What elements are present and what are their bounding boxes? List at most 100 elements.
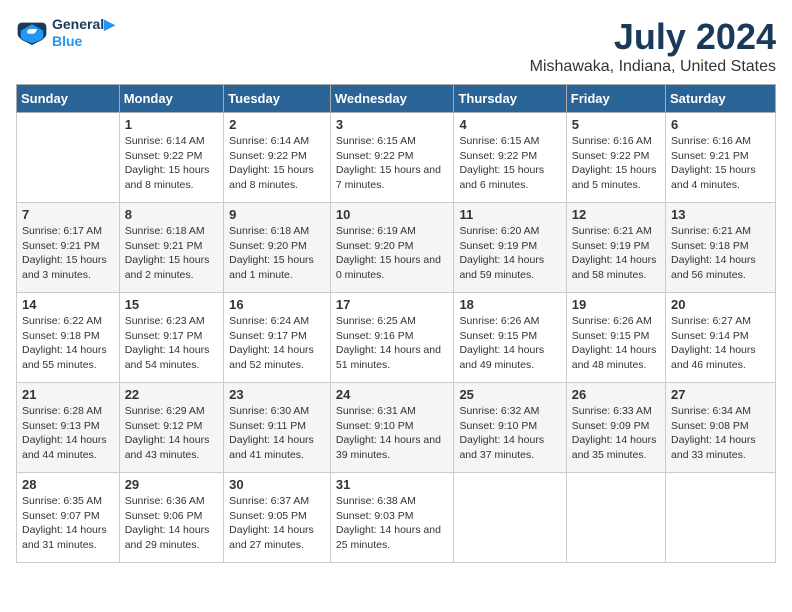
cell-info: Sunrise: 6:25 AM Sunset: 9:16 PM Dayligh… (336, 314, 449, 373)
day-number: 7 (22, 207, 114, 222)
day-number: 31 (336, 477, 449, 492)
calendar-cell: 23 Sunrise: 6:30 AM Sunset: 9:11 PM Dayli… (224, 383, 331, 473)
cell-info: Sunrise: 6:36 AM Sunset: 9:06 PM Dayligh… (125, 494, 218, 553)
subtitle: Mishawaka, Indiana, United States (530, 58, 776, 76)
header-friday: Friday (566, 85, 665, 113)
calendar-cell: 21 Sunrise: 6:28 AM Sunset: 9:13 PM Dayli… (17, 383, 120, 473)
cell-info: Sunrise: 6:27 AM Sunset: 9:14 PM Dayligh… (671, 314, 770, 373)
cell-info: Sunrise: 6:30 AM Sunset: 9:11 PM Dayligh… (229, 404, 325, 463)
day-number: 23 (229, 387, 325, 402)
day-number: 20 (671, 297, 770, 312)
calendar-cell: 5Sunrise: 6:16 AM Sunset: 9:22 PM Daylig… (566, 113, 665, 203)
week-row-3: 14Sunrise: 6:22 AM Sunset: 9:18 PM Dayli… (17, 293, 776, 383)
day-number: 21 (22, 387, 114, 402)
cell-info: Sunrise: 6:21 AM Sunset: 9:19 PM Dayligh… (572, 224, 660, 283)
calendar-cell: 25 Sunrise: 6:32 AM Sunset: 9:10 PM Dayli… (454, 383, 566, 473)
calendar-cell: 10Sunrise: 6:19 AM Sunset: 9:20 PM Dayli… (330, 203, 454, 293)
day-number: 16 (229, 297, 325, 312)
cell-info: Sunrise: 6:18 AM Sunset: 9:20 PM Dayligh… (229, 224, 325, 283)
calendar-cell: 12 Sunrise: 6:21 AM Sunset: 9:19 PM Dayli… (566, 203, 665, 293)
calendar-cell: 19 Sunrise: 6:26 AM Sunset: 9:15 PM Dayli… (566, 293, 665, 383)
calendar-cell: 18 Sunrise: 6:26 AM Sunset: 9:15 PM Dayli… (454, 293, 566, 383)
cell-info: Sunrise: 6:26 AM Sunset: 9:15 PM Dayligh… (459, 314, 560, 373)
calendar-cell: 27Sunrise: 6:34 AM Sunset: 9:08 PM Dayli… (666, 383, 776, 473)
cell-info: Sunrise: 6:14 AM Sunset: 9:22 PM Dayligh… (125, 134, 218, 193)
header-thursday: Thursday (454, 85, 566, 113)
calendar-header-row: SundayMondayTuesdayWednesdayThursdayFrid… (17, 85, 776, 113)
cell-info: Sunrise: 6:26 AM Sunset: 9:15 PM Dayligh… (572, 314, 660, 373)
calendar-cell: 24 Sunrise: 6:31 AM Sunset: 9:10 PM Dayli… (330, 383, 454, 473)
day-number: 18 (459, 297, 560, 312)
day-number: 27 (671, 387, 770, 402)
title-area: July 2024 Mishawaka, Indiana, United Sta… (530, 16, 776, 76)
calendar-cell: 6 Sunrise: 6:16 AM Sunset: 9:21 PM Daylig… (666, 113, 776, 203)
calendar-cell: 8Sunrise: 6:18 AM Sunset: 9:21 PM Daylig… (119, 203, 223, 293)
calendar-cell: 13 Sunrise: 6:21 AM Sunset: 9:18 PM Dayli… (666, 203, 776, 293)
calendar-cell: 1 Sunrise: 6:14 AM Sunset: 9:22 PM Daylig… (119, 113, 223, 203)
cell-info: Sunrise: 6:20 AM Sunset: 9:19 PM Dayligh… (459, 224, 560, 283)
day-number: 17 (336, 297, 449, 312)
calendar-cell: 26 Sunrise: 6:33 AM Sunset: 9:09 PM Dayli… (566, 383, 665, 473)
cell-info: Sunrise: 6:21 AM Sunset: 9:18 PM Dayligh… (671, 224, 770, 283)
day-number: 26 (572, 387, 660, 402)
logo: General▶ Blue (16, 16, 115, 50)
calendar-cell: 17 Sunrise: 6:25 AM Sunset: 9:16 PM Dayli… (330, 293, 454, 383)
cell-info: Sunrise: 6:38 AM Sunset: 9:03 PM Dayligh… (336, 494, 449, 553)
calendar-cell (566, 473, 665, 563)
calendar-cell (17, 113, 120, 203)
day-number: 15 (125, 297, 218, 312)
day-number: 29 (125, 477, 218, 492)
day-number: 24 (336, 387, 449, 402)
logo-icon (16, 19, 48, 47)
cell-info: Sunrise: 6:37 AM Sunset: 9:05 PM Dayligh… (229, 494, 325, 553)
cell-info: Sunrise: 6:31 AM Sunset: 9:10 PM Dayligh… (336, 404, 449, 463)
calendar-cell: 4 Sunrise: 6:15 AM Sunset: 9:22 PM Daylig… (454, 113, 566, 203)
header-saturday: Saturday (666, 85, 776, 113)
cell-info: Sunrise: 6:23 AM Sunset: 9:17 PM Dayligh… (125, 314, 218, 373)
day-number: 5 (572, 117, 660, 132)
day-number: 9 (229, 207, 325, 222)
day-number: 13 (671, 207, 770, 222)
main-title: July 2024 (530, 16, 776, 58)
day-number: 25 (459, 387, 560, 402)
calendar-cell: 20 Sunrise: 6:27 AM Sunset: 9:14 PM Dayli… (666, 293, 776, 383)
calendar-cell: 30 Sunrise: 6:37 AM Sunset: 9:05 PM Dayli… (224, 473, 331, 563)
calendar-cell: 31 Sunrise: 6:38 AM Sunset: 9:03 PM Dayli… (330, 473, 454, 563)
calendar-cell (454, 473, 566, 563)
week-row-4: 21 Sunrise: 6:28 AM Sunset: 9:13 PM Dayli… (17, 383, 776, 473)
cell-info: Sunrise: 6:24 AM Sunset: 9:17 PM Dayligh… (229, 314, 325, 373)
header-tuesday: Tuesday (224, 85, 331, 113)
day-number: 4 (459, 117, 560, 132)
week-row-2: 7 Sunrise: 6:17 AM Sunset: 9:21 PM Daylig… (17, 203, 776, 293)
calendar-cell: 7 Sunrise: 6:17 AM Sunset: 9:21 PM Daylig… (17, 203, 120, 293)
page-header: General▶ Blue July 2024 Mishawaka, India… (16, 16, 776, 76)
cell-info: Sunrise: 6:35 AM Sunset: 9:07 PM Dayligh… (22, 494, 114, 553)
calendar-cell: 14Sunrise: 6:22 AM Sunset: 9:18 PM Dayli… (17, 293, 120, 383)
day-number: 11 (459, 207, 560, 222)
day-number: 10 (336, 207, 449, 222)
cell-info: Sunrise: 6:15 AM Sunset: 9:22 PM Dayligh… (459, 134, 560, 193)
day-number: 28 (22, 477, 114, 492)
day-number: 22 (125, 387, 218, 402)
week-row-5: 28 Sunrise: 6:35 AM Sunset: 9:07 PM Dayli… (17, 473, 776, 563)
day-number: 2 (229, 117, 325, 132)
day-number: 6 (671, 117, 770, 132)
calendar-cell: 9 Sunrise: 6:18 AM Sunset: 9:20 PM Daylig… (224, 203, 331, 293)
header-monday: Monday (119, 85, 223, 113)
cell-info: Sunrise: 6:33 AM Sunset: 9:09 PM Dayligh… (572, 404, 660, 463)
calendar-cell: 11 Sunrise: 6:20 AM Sunset: 9:19 PM Dayli… (454, 203, 566, 293)
cell-info: Sunrise: 6:29 AM Sunset: 9:12 PM Dayligh… (125, 404, 218, 463)
week-row-1: 1 Sunrise: 6:14 AM Sunset: 9:22 PM Daylig… (17, 113, 776, 203)
cell-info: Sunrise: 6:32 AM Sunset: 9:10 PM Dayligh… (459, 404, 560, 463)
calendar-table: SundayMondayTuesdayWednesdayThursdayFrid… (16, 84, 776, 563)
cell-info: Sunrise: 6:15 AM Sunset: 9:22 PM Dayligh… (336, 134, 449, 193)
day-number: 12 (572, 207, 660, 222)
calendar-cell: 15 Sunrise: 6:23 AM Sunset: 9:17 PM Dayli… (119, 293, 223, 383)
cell-info: Sunrise: 6:28 AM Sunset: 9:13 PM Dayligh… (22, 404, 114, 463)
cell-info: Sunrise: 6:16 AM Sunset: 9:21 PM Dayligh… (671, 134, 770, 193)
calendar-cell: 16 Sunrise: 6:24 AM Sunset: 9:17 PM Dayli… (224, 293, 331, 383)
day-number: 1 (125, 117, 218, 132)
day-number: 30 (229, 477, 325, 492)
cell-info: Sunrise: 6:17 AM Sunset: 9:21 PM Dayligh… (22, 224, 114, 283)
day-number: 19 (572, 297, 660, 312)
